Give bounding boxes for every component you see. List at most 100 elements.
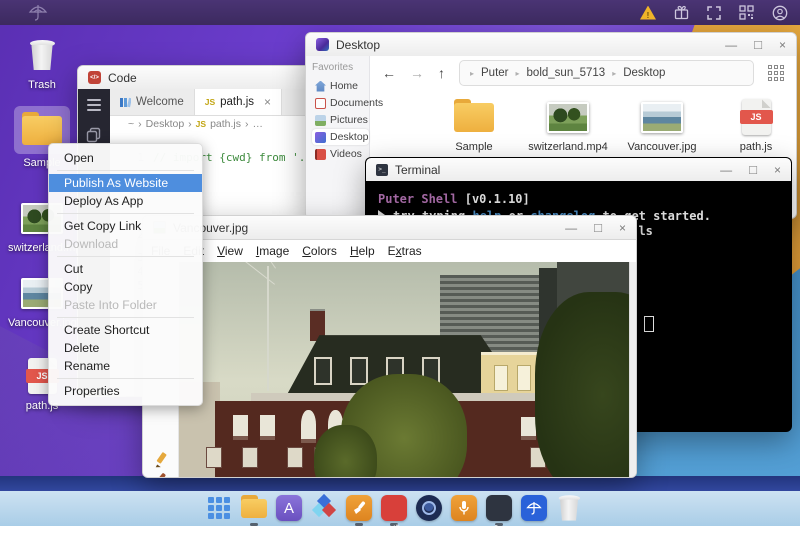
menu-separator xyxy=(57,170,194,171)
up-arrow-icon[interactable]: ↑ xyxy=(438,65,445,81)
js-badge: JS xyxy=(204,97,216,107)
context-item-paste-into-folder: Paste Into Folder xyxy=(64,298,157,312)
terminal-titlebar[interactable]: Terminal — □ × xyxy=(366,158,791,182)
taskbar xyxy=(0,491,800,526)
breadcrumb-item[interactable]: Desktop xyxy=(623,67,665,79)
pencil-tool-icon[interactable] xyxy=(152,451,169,468)
context-item-properties[interactable]: Properties xyxy=(49,382,202,400)
desktop-folder-icon xyxy=(316,38,329,51)
taskbar-paint-icon[interactable] xyxy=(346,495,372,526)
taskbar-puter-icon[interactable] xyxy=(521,495,547,521)
context-item-get-copy-link[interactable]: Get Copy Link xyxy=(49,217,202,235)
code-app-icon xyxy=(88,71,101,84)
context-item-copy[interactable]: Copy xyxy=(49,278,202,296)
photo-ship-mast xyxy=(266,266,269,391)
terminal-title: Terminal xyxy=(395,162,441,177)
desktop-icon-trash[interactable]: Trash xyxy=(8,34,76,91)
menu-extras[interactable]: Extras xyxy=(388,244,422,258)
image-viewer-menubar: File Edit View Image Colors Help Extras xyxy=(143,240,636,263)
context-item-deploy-as-app[interactable]: Deploy As App xyxy=(49,192,202,210)
terminal-banner: Puter Shell [v0.1.10] xyxy=(378,192,530,206)
breadcrumb[interactable]: Puter bold_sun_5713 Desktop xyxy=(459,60,754,86)
file-manager-titlebar[interactable]: Desktop — □ × xyxy=(306,33,796,57)
sidebar-item-documents[interactable]: Documents xyxy=(312,95,383,111)
context-item-open[interactable]: Open xyxy=(49,149,202,167)
minimize-button[interactable]: — xyxy=(565,222,577,234)
menu-image[interactable]: Image xyxy=(256,244,289,258)
forward-arrow-icon[interactable]: → xyxy=(410,65,424,81)
maximize-button[interactable]: □ xyxy=(749,163,757,176)
taskbar-terminal-icon[interactable] xyxy=(486,495,512,526)
taskbar-trash-icon[interactable] xyxy=(558,495,580,521)
breadcrumb-item[interactable]: bold_sun_5713 xyxy=(527,67,606,79)
files-copy-icon[interactable] xyxy=(86,127,102,143)
file-item-pathjs[interactable]: JS path.js xyxy=(713,95,796,153)
file-manager-toolbar: ← → ↑ Puter bold_sun_5713 Desktop xyxy=(370,56,796,90)
file-item-vancouver[interactable]: Vancouver.jpg xyxy=(619,95,705,153)
videos-icon xyxy=(315,148,326,160)
context-item-delete[interactable]: Delete xyxy=(49,339,202,357)
taskbar-launcher-icon[interactable] xyxy=(206,495,232,521)
js-file-icon: JS xyxy=(739,99,773,135)
sidebar-item-videos[interactable]: Videos xyxy=(312,146,369,162)
folder-icon xyxy=(454,98,494,132)
menu-hamburger-icon[interactable] xyxy=(87,99,101,114)
grid-view-icon[interactable] xyxy=(768,65,784,81)
desktop-icon xyxy=(315,131,326,143)
file-manager-title: Desktop xyxy=(336,37,381,52)
pictures-icon xyxy=(315,114,326,126)
back-arrow-icon[interactable]: ← xyxy=(382,65,396,81)
file-item-sample[interactable]: Sample xyxy=(431,95,517,153)
gift-icon[interactable] xyxy=(674,5,689,20)
menu-separator xyxy=(57,256,194,257)
taskbar-files-icon[interactable] xyxy=(241,494,267,526)
menu-view[interactable]: View xyxy=(217,244,243,258)
tab-pathjs[interactable]: JS path.js × xyxy=(194,89,283,115)
brush-tool-icon[interactable] xyxy=(152,473,169,478)
taskbar-camera-icon[interactable] xyxy=(416,495,442,521)
close-button[interactable]: × xyxy=(619,222,626,234)
close-button[interactable]: × xyxy=(774,164,781,176)
image-viewer-titlebar[interactable]: Vancouver.jpg — □ × xyxy=(143,216,636,240)
breadcrumb-item[interactable]: Puter xyxy=(481,67,509,79)
taskbar-code-icon[interactable] xyxy=(381,495,407,526)
menu-separator xyxy=(57,317,194,318)
context-item-create-shortcut[interactable]: Create Shortcut xyxy=(49,321,202,339)
context-item-rename[interactable]: Rename xyxy=(49,357,202,375)
minimize-button[interactable]: — xyxy=(720,164,732,176)
tab-close-icon[interactable]: × xyxy=(264,95,271,109)
taskbar-recorder-icon[interactable] xyxy=(451,495,477,521)
welcome-tab-icon xyxy=(120,97,131,107)
tab-welcome[interactable]: Welcome xyxy=(110,89,195,115)
menu-colors[interactable]: Colors xyxy=(302,244,337,258)
sidebar-item-desktop[interactable]: Desktop xyxy=(312,129,369,145)
minimize-button[interactable]: — xyxy=(725,39,737,51)
taskbar-text-editor-icon[interactable] xyxy=(276,495,302,521)
context-item-cut[interactable]: Cut xyxy=(49,260,202,278)
taskbar-blocks-icon[interactable] xyxy=(311,493,337,521)
context-item-publish-as-website[interactable]: Publish As Website xyxy=(49,174,202,192)
file-item-switzerland[interactable]: switzerland.mp4 xyxy=(525,95,611,153)
account-icon[interactable] xyxy=(772,5,788,21)
sidebar-header: Favorites xyxy=(312,62,354,73)
trash-icon xyxy=(15,34,69,76)
tab-label: Welcome xyxy=(136,96,184,108)
wallpaper-bottom-band xyxy=(0,476,800,491)
desktop-icon-label: Trash xyxy=(28,79,56,91)
puter-logo-icon[interactable] xyxy=(28,4,48,21)
vertical-scrollbar[interactable] xyxy=(629,262,636,477)
maximize-button[interactable]: □ xyxy=(754,38,762,51)
photo-trees-right xyxy=(534,292,629,477)
menu-help[interactable]: Help xyxy=(350,244,375,258)
maximize-button[interactable]: □ xyxy=(594,221,602,234)
fullscreen-icon[interactable] xyxy=(707,5,721,20)
breadcrumb-chevron-icon xyxy=(516,67,520,79)
context-item-download: Download xyxy=(64,237,119,251)
sidebar-item-pictures[interactable]: Pictures xyxy=(312,112,369,128)
qr-code-icon[interactable] xyxy=(739,5,754,20)
sidebar-item-home[interactable]: Home xyxy=(312,78,369,94)
warning-icon[interactable]: ! xyxy=(640,5,656,20)
video-thumbnail-icon xyxy=(547,101,589,133)
menu-separator xyxy=(57,213,194,214)
close-button[interactable]: × xyxy=(779,39,786,51)
